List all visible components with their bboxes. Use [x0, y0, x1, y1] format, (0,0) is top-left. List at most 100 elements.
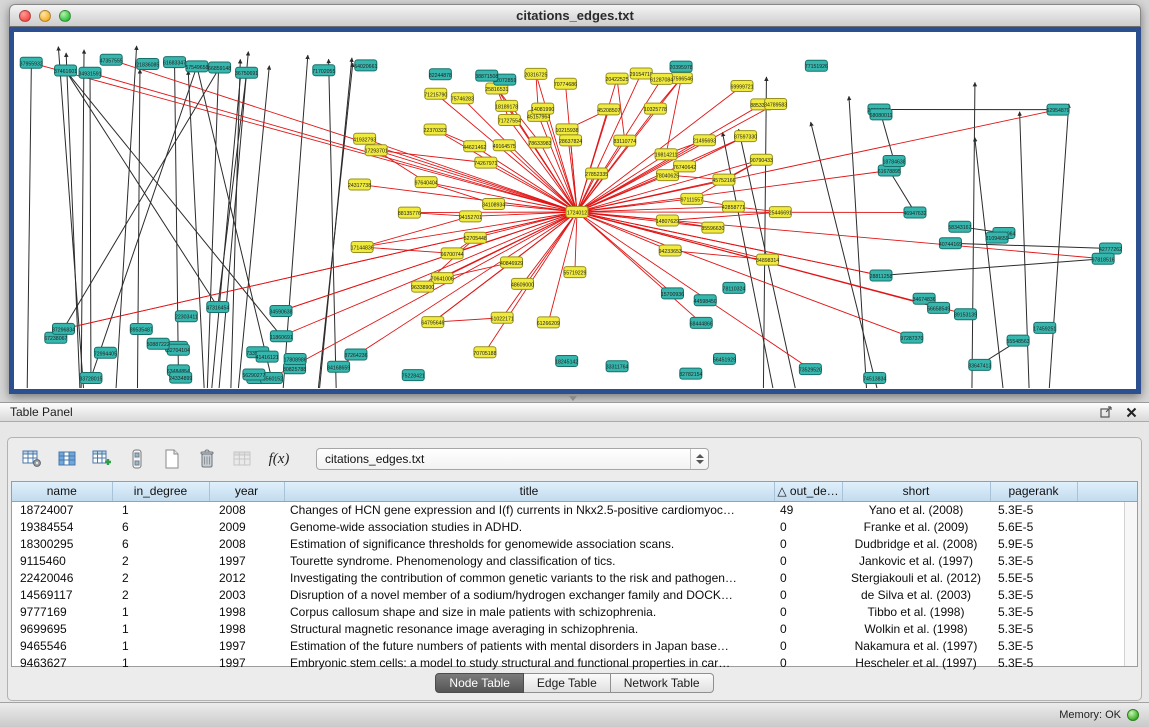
cell-in_degree[interactable]: 1 — [112, 501, 209, 518]
graph-node[interactable]: 97111557 — [681, 193, 703, 204]
graph-edge[interactable] — [281, 212, 577, 311]
graph-edge[interactable] — [197, 66, 272, 378]
import-table-icon[interactable] — [90, 447, 114, 471]
graph-edge[interactable] — [881, 114, 894, 161]
graph-node[interactable]: 1724012 — [566, 207, 588, 218]
graph-node[interactable]: 85596630 — [701, 222, 724, 233]
graph-edge[interactable] — [575, 212, 577, 272]
graph-node[interactable]: 76740642 — [673, 161, 696, 172]
cell-short[interactable]: Tibbo et al. (1998) — [842, 603, 990, 620]
graph-node[interactable]: 69999721 — [730, 81, 753, 92]
cell-name[interactable]: 14569117 — [12, 586, 112, 603]
graph-node[interactable]: 56658549 — [927, 302, 950, 313]
cell-out_degree[interactable]: 0 — [774, 535, 842, 552]
graph-node[interactable]: 61683347 — [163, 57, 186, 68]
graph-node[interactable]: 22370323 — [424, 124, 447, 135]
cell-year[interactable]: 2003 — [209, 586, 284, 603]
cell-short[interactable]: Jankovic et al. (1997) — [842, 552, 990, 569]
cell-in_degree[interactable]: 2 — [112, 569, 209, 586]
cell-pagerank[interactable]: 5.9E-5 — [990, 535, 1077, 552]
graph-node[interactable]: 56451929 — [713, 353, 736, 364]
graph-node[interactable]: 83110774 — [613, 135, 636, 146]
graph-node[interactable]: 90790433 — [750, 154, 773, 165]
graph-edge[interactable] — [218, 73, 247, 307]
graph-node[interactable]: 73529520 — [799, 364, 822, 375]
table-row[interactable]: 969969511998Structural magnetic resonanc… — [12, 620, 1137, 637]
graph-edge[interactable] — [66, 70, 218, 307]
table-row[interactable]: 1872400712008Changes of HCN gene express… — [12, 501, 1137, 518]
cell-short[interactable]: Nakamura et al. (1997) — [842, 637, 990, 654]
cell-pagerank[interactable]: 5.3E-5 — [990, 501, 1077, 518]
graph-node[interactable]: 74513834 — [863, 373, 886, 384]
graph-node[interactable]: 41932793 — [353, 133, 376, 144]
graph-node[interactable]: 24317738 — [348, 179, 371, 190]
graph-node[interactable]: 83647413 — [968, 359, 991, 370]
cell-out_degree[interactable]: 0 — [774, 586, 842, 603]
tab-edge-table[interactable]: Edge Table — [524, 673, 611, 693]
graph-edge[interactable] — [320, 58, 352, 388]
cell-out_degree[interactable]: 0 — [774, 569, 842, 586]
cell-year[interactable]: 1998 — [209, 603, 284, 620]
cell-title[interactable]: Changes of HCN gene expression and I(f) … — [284, 501, 774, 518]
cell-title[interactable]: Tourette syndrome. Phenomenology and cla… — [284, 552, 774, 569]
graph-edge[interactable] — [64, 67, 220, 328]
cell-pagerank[interactable]: 5.5E-5 — [990, 569, 1077, 586]
graph-node[interactable]: 45752166 — [712, 174, 735, 185]
graph-edge[interactable] — [27, 60, 31, 388]
graph-node[interactable]: 28811258 — [870, 270, 893, 281]
cell-name[interactable]: 9699695 — [12, 620, 112, 637]
table-row[interactable]: 911546021997Tourette syndrome. Phenomeno… — [12, 552, 1137, 569]
graph-node[interactable]: 34898314 — [756, 254, 779, 265]
cell-pagerank[interactable]: 5.3E-5 — [990, 586, 1077, 603]
cell-year[interactable]: 2008 — [209, 501, 284, 518]
graph-edge[interactable] — [66, 53, 80, 388]
table-mode-icon[interactable] — [125, 447, 149, 471]
graph-node[interactable]: 62954879 — [1046, 104, 1069, 115]
graph-node[interactable]: 18189178 — [495, 100, 518, 111]
graph-node[interactable]: 61022171 — [491, 312, 514, 323]
cell-in_degree[interactable]: 2 — [112, 586, 209, 603]
column-header-out_degree[interactable]: △ out_de… — [774, 482, 842, 501]
close-window-button[interactable] — [19, 10, 31, 22]
graph-node[interactable]: 88135776 — [398, 207, 421, 218]
column-header-in_degree[interactable]: in_degree — [112, 482, 209, 501]
graph-node[interactable]: 15700936 — [661, 288, 684, 299]
table-settings-icon[interactable] — [20, 447, 44, 471]
graph-node[interactable]: 36750691 — [235, 67, 258, 78]
graph-edge[interactable] — [81, 50, 84, 388]
column-header-short[interactable]: short — [842, 482, 990, 501]
cell-title[interactable]: Structural magnetic resonance image aver… — [284, 620, 774, 637]
cell-short[interactable]: Yano et al. (2008) — [842, 501, 990, 518]
cell-year[interactable]: 2008 — [209, 535, 284, 552]
graph-node[interactable]: 38871508 — [475, 70, 498, 81]
cell-in_degree[interactable]: 1 — [112, 620, 209, 637]
graph-node[interactable]: 33311764 — [606, 361, 629, 372]
table-row[interactable]: 1830029562008Estimation of significance … — [12, 535, 1137, 552]
column-header-year[interactable]: year — [209, 482, 284, 501]
graph-node[interactable]: 97640404 — [415, 177, 438, 188]
graph-node[interactable]: 54020661 — [354, 60, 377, 71]
graph-node[interactable]: 84168659 — [327, 361, 350, 372]
merge-table-icon[interactable] — [230, 447, 254, 471]
cell-pagerank[interactable]: 5.3E-5 — [990, 620, 1077, 637]
graph-edge[interactable] — [137, 69, 139, 388]
cell-out_degree[interactable]: 0 — [774, 552, 842, 569]
graph-node[interactable]: 28637824 — [559, 135, 582, 146]
graph-node[interactable]: 25446691 — [769, 207, 792, 218]
graph-node[interactable]: 89153139 — [954, 309, 977, 320]
cell-title[interactable]: Embryonic stem cells: a model to study s… — [284, 654, 774, 671]
graph-node[interactable]: 47357555 — [100, 54, 123, 65]
zoom-window-button[interactable] — [59, 10, 71, 22]
table-row[interactable]: 977716911998Corpus callosum shape and si… — [12, 603, 1137, 620]
cell-out_degree[interactable]: 0 — [774, 637, 842, 654]
cell-out_degree[interactable]: 49 — [774, 501, 842, 518]
cell-pagerank[interactable]: 5.3E-5 — [990, 552, 1077, 569]
graph-node[interactable]: 52705448 — [464, 232, 487, 243]
memory-status-indicator[interactable] — [1127, 709, 1139, 721]
graph-node[interactable]: 87296834 — [52, 323, 75, 334]
graph-edge[interactable] — [66, 70, 282, 336]
graph-node[interactable]: 96338900 — [411, 281, 434, 292]
graph-node[interactable]: 40744169 — [939, 238, 962, 249]
graph-node[interactable]: 45208507 — [597, 104, 620, 115]
graph-node[interactable]: 66700744 — [441, 248, 464, 259]
